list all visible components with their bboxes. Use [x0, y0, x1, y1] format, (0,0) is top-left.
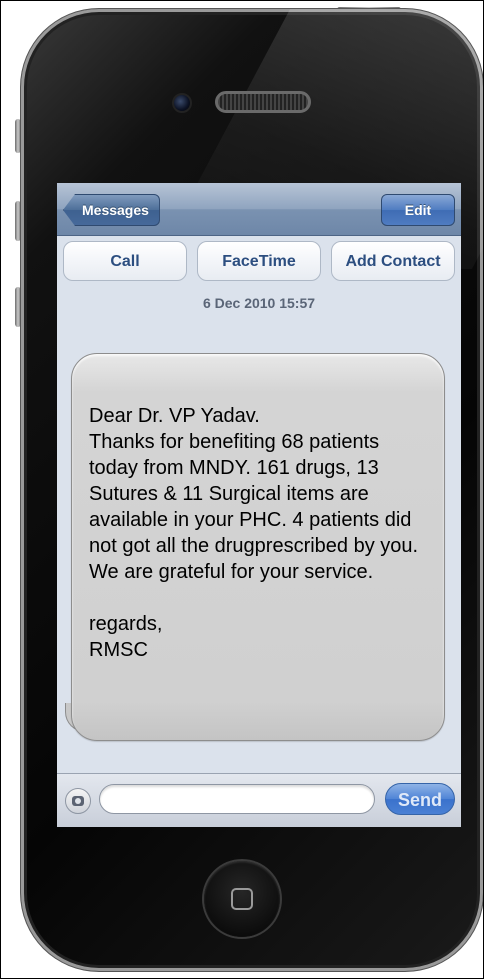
add-contact-button[interactable]: Add Contact	[331, 241, 455, 281]
send-button[interactable]: Send	[385, 783, 455, 815]
home-button-icon[interactable]	[204, 861, 280, 937]
composer-bar: Send	[57, 773, 461, 827]
messages-back-button[interactable]: Messages	[63, 194, 160, 226]
message-timestamp: 6 Dec 2010 15:57	[202, 295, 316, 311]
screenshot-frame: Messages Edit Call FaceTime Add Contact …	[0, 0, 484, 979]
front-camera-icon	[172, 93, 192, 113]
messages-screen: Messages Edit Call FaceTime Add Contact …	[57, 183, 461, 827]
navigation-bar: Messages Edit	[57, 183, 461, 236]
message-input[interactable]	[99, 784, 375, 814]
contact-actions: Call FaceTime Add Contact	[57, 241, 461, 283]
camera-lens-icon	[72, 796, 84, 806]
earpiece-speaker	[215, 91, 311, 113]
call-button[interactable]: Call	[63, 241, 187, 281]
message-text: Dear Dr. VP Yadav. Thanks for benefiting…	[89, 405, 419, 661]
camera-icon[interactable]	[65, 788, 91, 814]
facetime-button[interactable]: FaceTime	[197, 241, 321, 281]
edit-button[interactable]: Edit	[381, 194, 455, 226]
home-square-icon	[231, 888, 253, 910]
